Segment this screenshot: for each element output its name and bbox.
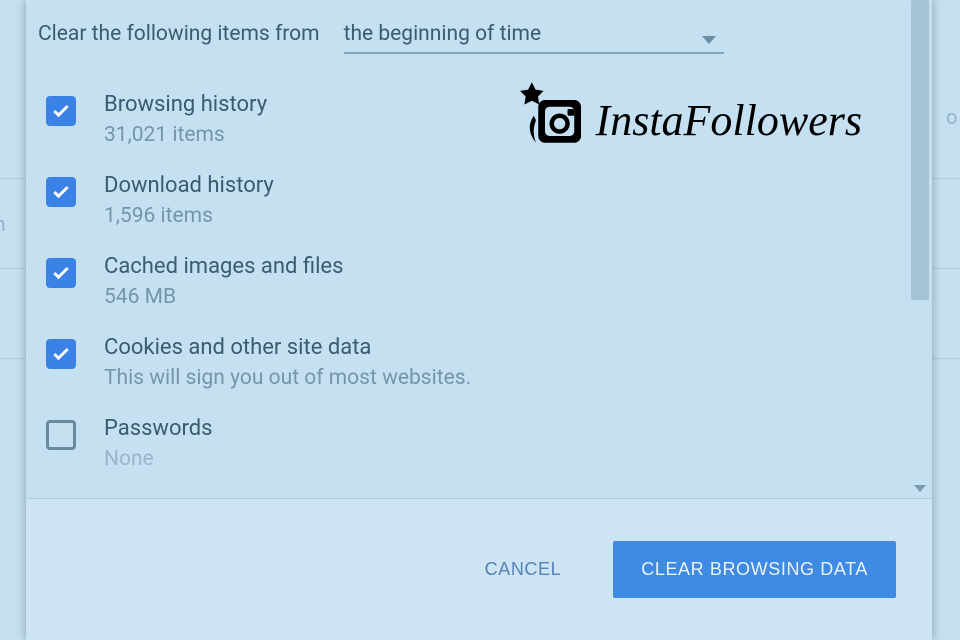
option-download-history[interactable]: Download history 1,596 items <box>26 163 908 244</box>
checkbox-browsing-history[interactable] <box>46 96 76 126</box>
checkbox-download-history[interactable] <box>46 177 76 207</box>
option-subtitle: This will sign you out of most websites. <box>104 366 896 390</box>
time-range-select[interactable]: the beginning of time <box>344 22 724 54</box>
scroll-down-icon[interactable] <box>914 485 926 492</box>
chevron-down-icon <box>702 36 716 44</box>
cancel-button[interactable]: CANCEL <box>485 559 562 580</box>
checkbox-cookies[interactable] <box>46 339 76 369</box>
option-cookies[interactable]: Cookies and other site data This will si… <box>26 325 908 406</box>
check-icon <box>51 101 71 121</box>
check-icon <box>51 344 71 364</box>
option-title: Download history <box>104 173 896 198</box>
option-subtitle: 31,021 items <box>104 123 896 147</box>
checkbox-passwords[interactable] <box>46 420 76 450</box>
checkbox-cached-images[interactable] <box>46 258 76 288</box>
clear-browsing-data-button[interactable]: CLEAR BROWSING DATA <box>613 541 896 598</box>
option-subtitle: None <box>104 447 896 471</box>
option-browsing-history[interactable]: Browsing history 31,021 items <box>26 82 908 163</box>
option-title: Passwords <box>104 416 896 441</box>
check-icon <box>51 263 71 283</box>
dialog-footer: CANCEL CLEAR BROWSING DATA <box>26 498 932 640</box>
option-passwords[interactable]: Passwords None <box>26 406 908 471</box>
dialog-content: Clear the following items from the begin… <box>26 0 908 498</box>
scrollbar-thumb[interactable] <box>911 0 929 300</box>
check-icon <box>51 182 71 202</box>
option-subtitle: 546 MB <box>104 285 896 309</box>
option-title: Cached images and files <box>104 254 896 279</box>
time-range-row: Clear the following items from the begin… <box>26 22 908 82</box>
option-title: Browsing history <box>104 92 896 117</box>
option-cached-images[interactable]: Cached images and files 546 MB <box>26 244 908 325</box>
option-subtitle: 1,596 items <box>104 204 896 228</box>
option-title: Cookies and other site data <box>104 335 896 360</box>
clear-browsing-data-dialog: Clear the following items from the begin… <box>26 0 932 640</box>
background-text: o <box>946 105 957 129</box>
time-range-value: the beginning of time <box>344 22 542 46</box>
scrollbar[interactable] <box>908 0 932 498</box>
time-range-label: Clear the following items from <box>38 22 320 46</box>
background-text: th <box>0 212 6 236</box>
